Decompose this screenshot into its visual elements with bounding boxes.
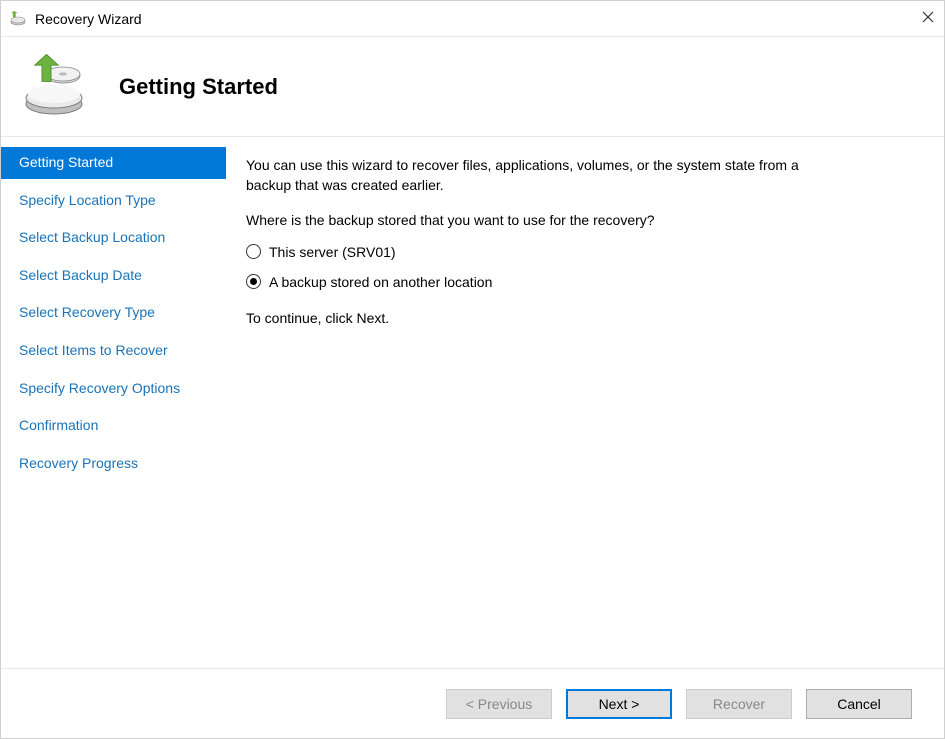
recovery-wizard-app-icon <box>9 10 27 28</box>
intro-text: You can use this wizard to recover files… <box>246 155 846 196</box>
window-title: Recovery Wizard <box>35 11 898 27</box>
step-select-items-to-recover[interactable]: Select Items to Recover <box>1 335 226 367</box>
close-button[interactable] <box>898 10 934 27</box>
recovery-large-icon <box>21 54 91 119</box>
step-getting-started[interactable]: Getting Started <box>1 147 226 179</box>
radio-this-server[interactable]: This server (SRV01) <box>246 244 916 260</box>
step-select-recovery-type[interactable]: Select Recovery Type <box>1 297 226 329</box>
step-specify-recovery-options[interactable]: Specify Recovery Options <box>1 373 226 405</box>
radio-icon <box>246 274 261 289</box>
step-select-backup-date[interactable]: Select Backup Date <box>1 260 226 292</box>
cancel-button[interactable]: Cancel <box>806 689 912 719</box>
close-icon <box>922 11 934 23</box>
step-specify-location-type[interactable]: Specify Location Type <box>1 185 226 217</box>
wizard-content: You can use this wizard to recover files… <box>226 137 944 668</box>
question-text: Where is the backup stored that you want… <box>246 210 846 230</box>
continue-hint: To continue, click Next. <box>246 308 846 328</box>
wizard-footer: < Previous Next > Recover Cancel <box>1 668 944 738</box>
previous-button: < Previous <box>446 689 552 719</box>
next-button[interactable]: Next > <box>566 689 672 719</box>
step-recovery-progress[interactable]: Recovery Progress <box>1 448 226 480</box>
page-heading: Getting Started <box>119 74 278 100</box>
radio-another-location[interactable]: A backup stored on another location <box>246 274 916 290</box>
step-confirmation[interactable]: Confirmation <box>1 410 226 442</box>
step-select-backup-location[interactable]: Select Backup Location <box>1 222 226 254</box>
wizard-body: Getting Started Specify Location Type Se… <box>1 137 944 668</box>
titlebar: Recovery Wizard <box>1 1 944 37</box>
recover-button: Recover <box>686 689 792 719</box>
radio-label: A backup stored on another location <box>269 274 492 290</box>
radio-label: This server (SRV01) <box>269 244 396 260</box>
wizard-steps-sidebar: Getting Started Specify Location Type Se… <box>1 137 226 668</box>
wizard-header: Getting Started <box>1 37 944 137</box>
radio-icon <box>246 244 261 259</box>
